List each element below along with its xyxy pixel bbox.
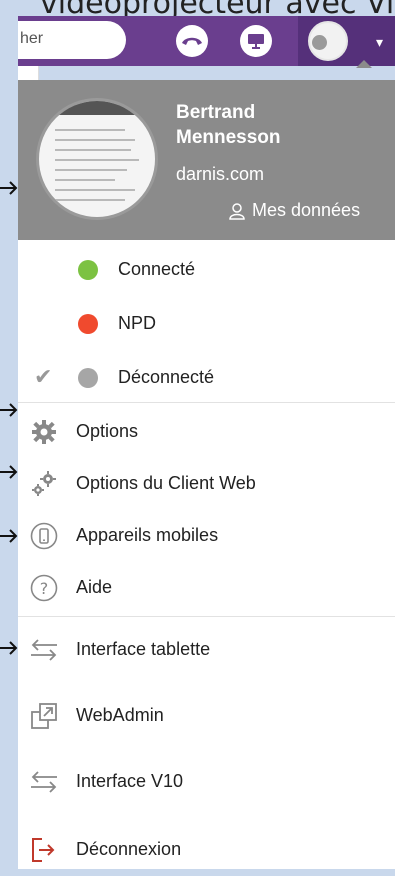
status-label: Connecté bbox=[118, 259, 196, 279]
avatar bbox=[308, 21, 348, 61]
menu-item-mobile-devices[interactable]: Appareils mobiles bbox=[18, 510, 395, 562]
gray-status-dot-icon bbox=[78, 368, 98, 388]
screen-share-icon[interactable] bbox=[240, 25, 272, 57]
menu-item-options[interactable]: Options bbox=[18, 406, 395, 458]
status-npd[interactable]: NPD bbox=[18, 298, 395, 350]
annotation-arrow-icon bbox=[0, 403, 18, 417]
annotation-arrow-icon bbox=[0, 641, 18, 655]
swap-arrows-icon bbox=[28, 634, 60, 666]
user-domain: darnis.com bbox=[176, 164, 265, 184]
divider bbox=[18, 402, 395, 403]
menu-item-label: Déconnexion bbox=[76, 839, 182, 859]
menu-item-logout[interactable]: Déconnexion bbox=[18, 824, 395, 876]
annotation-arrow-icon bbox=[0, 465, 18, 479]
menu-item-label: Interface V10 bbox=[76, 771, 184, 791]
user-profile-header: Bertrand Mennesson darnis.com Mes donnée… bbox=[18, 80, 395, 240]
annotation-arrow-icon bbox=[0, 181, 18, 195]
chevron-down-icon: ▾ bbox=[376, 34, 384, 50]
my-data-link[interactable]: Mes données bbox=[228, 200, 360, 221]
user-menu-toggle[interactable]: ▾ bbox=[298, 16, 395, 68]
user-last-name: Mennesson bbox=[176, 127, 281, 148]
user-icon bbox=[229, 202, 245, 220]
user-dropdown-menu: Bertrand Mennesson darnis.com Mes donnée… bbox=[18, 80, 395, 869]
divider bbox=[18, 616, 395, 617]
user-first-name: Bertrand bbox=[176, 102, 256, 123]
menu-item-help[interactable]: ? Aide bbox=[18, 562, 395, 614]
phone-hangup-icon[interactable] bbox=[176, 25, 208, 57]
checkmark-icon: ✔ bbox=[34, 364, 53, 389]
menu-item-label: Aide bbox=[76, 577, 113, 597]
my-data-label: Mes données bbox=[252, 200, 361, 220]
menu-item-label: WebAdmin bbox=[76, 705, 164, 725]
profile-avatar bbox=[36, 98, 158, 220]
gears-icon bbox=[28, 468, 60, 500]
dropdown-caret bbox=[356, 60, 372, 68]
menu-item-label: Appareils mobiles bbox=[76, 525, 219, 545]
swap-arrows-icon bbox=[28, 766, 60, 798]
menu-item-label: Interface tablette bbox=[76, 639, 211, 659]
red-status-dot-icon bbox=[78, 314, 98, 334]
help-icon: ? bbox=[28, 572, 60, 604]
svg-text:?: ? bbox=[40, 579, 49, 598]
search-input[interactable]: her bbox=[18, 21, 126, 59]
user-name: Bertrand Mennesson bbox=[176, 100, 391, 150]
menu-item-webadmin[interactable]: WebAdmin bbox=[18, 690, 395, 742]
menu-item-label: Options bbox=[76, 421, 139, 441]
menu-item-web-client-options[interactable]: Options du Client Web bbox=[18, 458, 395, 510]
status-label: Déconnecté bbox=[118, 367, 215, 387]
status-disconnected[interactable]: ✔ Déconnecté bbox=[18, 352, 395, 404]
status-label: NPD bbox=[118, 313, 157, 333]
status-connected[interactable]: Connecté bbox=[18, 244, 395, 296]
menu-item-tablet-interface[interactable]: Interface tablette bbox=[18, 624, 395, 676]
mobile-phone-icon bbox=[28, 520, 60, 552]
external-window-icon bbox=[28, 700, 60, 732]
menu-item-label: Options du Client Web bbox=[76, 473, 256, 493]
green-status-dot-icon bbox=[78, 260, 98, 280]
annotation-arrow-icon bbox=[0, 529, 18, 543]
logout-icon bbox=[28, 834, 60, 866]
menu-item-v10-interface[interactable]: Interface V10 bbox=[18, 756, 395, 808]
top-bar: her ▾ bbox=[18, 16, 395, 68]
gear-icon bbox=[28, 416, 60, 448]
